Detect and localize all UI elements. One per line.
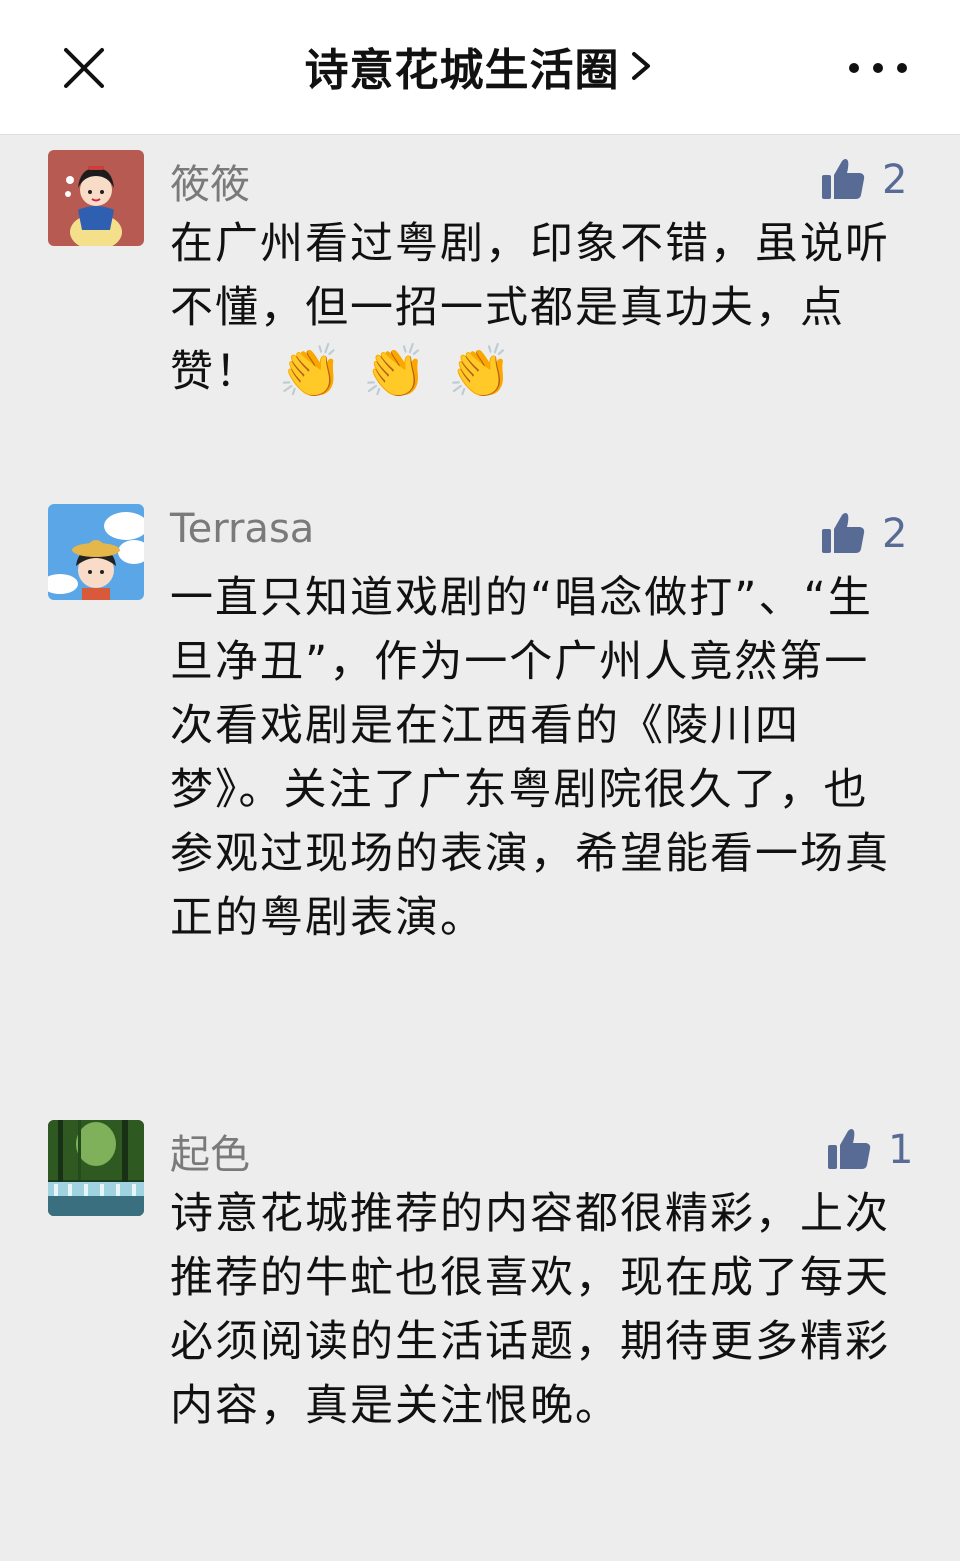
like-button[interactable]: 2 (820, 504, 907, 564)
thumbs-up-icon (820, 509, 866, 559)
comment-text: 诗意花城推荐的内容都很精彩，上次推荐的牛虻也很喜欢，现在成了每天必须阅读的生活话… (170, 1189, 890, 1431)
like-count: 1 (888, 1127, 914, 1173)
username[interactable]: 起色 (170, 1122, 250, 1180)
thumbs-up-icon (826, 1125, 872, 1175)
username[interactable]: Terrasa (170, 506, 314, 552)
comment-text: 一直只知道戏剧的“唱念做打”、“生旦净丑”，作为一个广州人竟然第一次看戏剧是在江… (170, 573, 890, 943)
like-count: 2 (882, 511, 908, 557)
like-count: 2 (882, 157, 908, 203)
username[interactable]: 筱筱 (170, 152, 250, 210)
clapping-hands-icon: 👏 (278, 342, 345, 402)
avatar[interactable] (48, 504, 144, 600)
top-nav-bar: 诗意花城生活圈 (0, 0, 960, 135)
like-button[interactable]: 1 (826, 1120, 913, 1180)
clapping-hands-icon: 👏 (447, 342, 515, 402)
more-icon[interactable] (838, 48, 918, 88)
like-button[interactable]: 2 (820, 150, 907, 210)
page-title: 诗意花城生活圈 (304, 45, 620, 96)
chevron-right-icon (626, 46, 656, 86)
avatar[interactable] (48, 1120, 144, 1216)
page-title-link[interactable]: 诗意花城生活圈 (0, 34, 960, 98)
comment-text: 在广州看过粤剧，印象不错，虽说听不懂，但一招一式都是真功夫，点赞！ 👏 👏 👏 (170, 212, 890, 404)
avatar[interactable] (48, 150, 144, 246)
thumbs-up-icon (820, 155, 866, 205)
clapping-hands-icon: 👏 (362, 342, 430, 402)
